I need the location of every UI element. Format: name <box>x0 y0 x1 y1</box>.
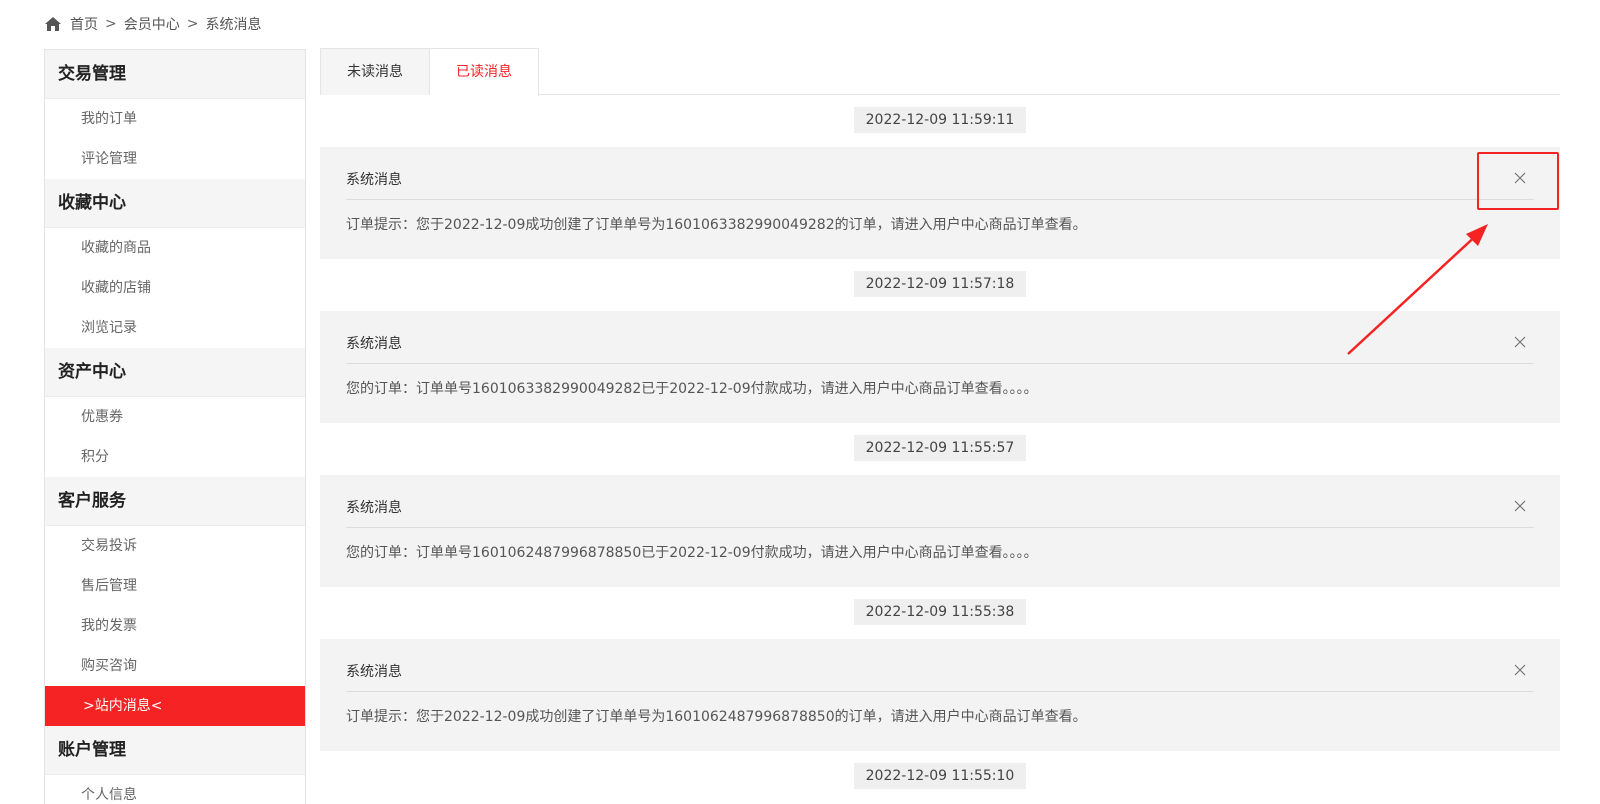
close-icon[interactable] <box>1512 662 1528 678</box>
sidebar-item-profile[interactable]: 个人信息 <box>45 775 305 804</box>
sidebar-group-account: 账户管理 <box>45 726 305 775</box>
breadcrumb: 首页 > 会员中心 > 系统消息 <box>44 12 261 36</box>
message-item: 2022-12-09 11:55:57 系统消息 您的订单：订单单号160106… <box>320 435 1560 587</box>
close-icon[interactable] <box>1512 334 1528 350</box>
message-card: 系统消息 您的订单：订单单号1601062487996878850已于2022-… <box>320 475 1560 587</box>
highlight-box <box>1477 152 1559 210</box>
sidebar-group-service: 客户服务 <box>45 477 305 526</box>
tab-read[interactable]: 已读消息 <box>430 48 539 96</box>
message-time: 2022-12-09 11:55:10 <box>854 763 1026 789</box>
message-title: 系统消息 <box>346 639 1534 692</box>
sidebar-item-coupons[interactable]: 优惠券 <box>45 397 305 437</box>
message-tabs: 未读消息 已读消息 <box>320 48 1560 96</box>
message-time: 2022-12-09 11:59:11 <box>854 107 1026 133</box>
sidebar-item-complaints[interactable]: 交易投诉 <box>45 526 305 566</box>
breadcrumb-home[interactable]: 首页 <box>70 14 98 34</box>
message-item: 2022-12-09 11:55:38 系统消息 订单提示：您于2022-12-… <box>320 599 1560 751</box>
close-icon[interactable] <box>1512 498 1528 514</box>
breadcrumb-separator: > <box>186 16 199 32</box>
message-time: 2022-12-09 11:55:57 <box>854 435 1026 461</box>
sidebar-item-fav-shops[interactable]: 收藏的店铺 <box>45 268 305 308</box>
main-content: 未读消息 已读消息 2022-12-09 11:59:11 系统消息 订单提示：… <box>320 48 1560 789</box>
sidebar-item-fav-goods[interactable]: 收藏的商品 <box>45 228 305 268</box>
sidebar-group-assets: 资产中心 <box>45 348 305 397</box>
tab-unread[interactable]: 未读消息 <box>320 48 430 95</box>
sidebar-item-history[interactable]: 浏览记录 <box>45 308 305 348</box>
sidebar-item-site-messages[interactable]: >站内消息< <box>45 686 305 726</box>
message-body: 您的订单：订单单号1601063382990049282已于2022-12-09… <box>346 381 1038 397</box>
message-title: 系统消息 <box>346 147 1534 200</box>
message-title: 系统消息 <box>346 475 1534 528</box>
breadcrumb-member-center[interactable]: 会员中心 <box>124 14 180 34</box>
sidebar-item-invoices[interactable]: 我的发票 <box>45 606 305 646</box>
breadcrumb-separator: > <box>105 16 117 32</box>
sidebar-item-points[interactable]: 积分 <box>45 437 305 477</box>
sidebar-group-favorites: 收藏中心 <box>45 179 305 228</box>
breadcrumb-current: 系统消息 <box>205 17 262 33</box>
message-time: 2022-12-09 11:55:38 <box>854 599 1026 625</box>
message-list: 2022-12-09 11:59:11 系统消息 订单提示：您于2022-12-… <box>320 95 1560 789</box>
sidebar-item-after-sales[interactable]: 售后管理 <box>45 566 305 606</box>
sidebar-item-reviews[interactable]: 评论管理 <box>45 139 305 179</box>
message-time: 2022-12-09 11:57:18 <box>854 271 1026 297</box>
sidebar: 交易管理 我的订单 评论管理 收藏中心 收藏的商品 收藏的店铺 浏览记录 资产中… <box>44 49 306 804</box>
message-body: 订单提示：您于2022-12-09成功创建了订单单号为1601062487996… <box>346 709 1087 725</box>
message-body: 您的订单：订单单号1601062487996878850已于2022-12-09… <box>346 545 1038 561</box>
home-icon[interactable] <box>44 16 62 32</box>
message-card: 系统消息 订单提示：您于2022-12-09成功创建了订单单号为16010624… <box>320 639 1560 751</box>
sidebar-group-trade: 交易管理 <box>45 50 305 99</box>
sidebar-item-my-orders[interactable]: 我的订单 <box>45 99 305 139</box>
annotation-arrow <box>1347 224 1488 355</box>
sidebar-item-inquiries[interactable]: 购买咨询 <box>45 646 305 686</box>
